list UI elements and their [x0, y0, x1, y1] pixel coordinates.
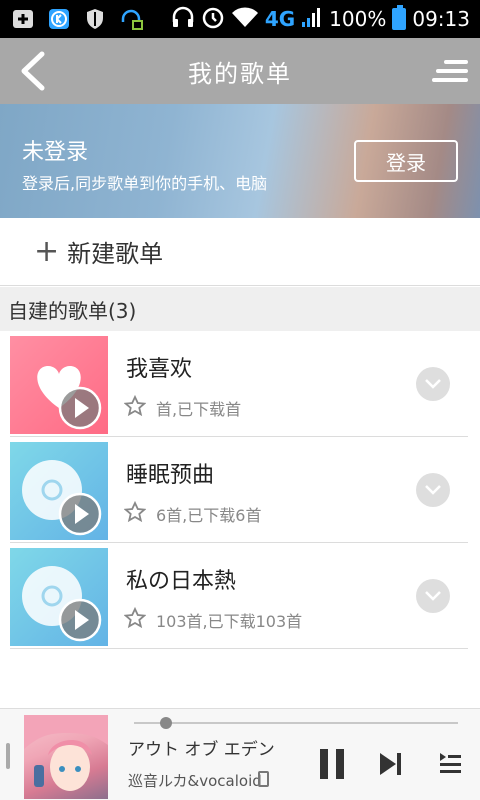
chevron-down-icon: [425, 591, 441, 601]
wifi-icon: [231, 6, 259, 33]
drag-handle[interactable]: [6, 743, 10, 769]
playlist-options-button[interactable]: [416, 473, 450, 507]
alarm-icon: [201, 5, 225, 34]
playlist-meta: 103首,已下载103首: [156, 612, 303, 631]
chevron-down-icon: [425, 485, 441, 495]
playlist-cover: [10, 336, 108, 434]
network-type: 4G: [264, 7, 296, 31]
menu-icon: [432, 60, 468, 82]
next-button[interactable]: [378, 749, 404, 779]
playlist-cover: [10, 442, 108, 540]
disc-icon: [22, 566, 102, 642]
new-playlist-button[interactable]: + 新建歌单: [0, 218, 480, 286]
playlist-meta: 6首,已下载6首: [156, 506, 262, 525]
add-notification-icon: [10, 8, 36, 30]
login-hint: 登录后,同步歌单到你的手机、电脑: [22, 174, 268, 193]
album-art-image: [24, 715, 108, 791]
disc-icon: [22, 460, 102, 536]
pause-icon: [320, 749, 344, 779]
login-banner: 未登录 登录后,同步歌单到你的手机、电脑 登录: [0, 104, 480, 218]
clock: 09:13: [412, 7, 470, 31]
plus-icon: +: [34, 233, 60, 269]
playlist-cover: [10, 548, 108, 646]
queue-icon: [440, 753, 461, 773]
progress-bar[interactable]: [134, 722, 458, 724]
battery-icon: [392, 5, 407, 30]
heart-icon: [37, 366, 102, 430]
page-title: 我的歌单: [188, 59, 292, 88]
playlist-options-button[interactable]: [416, 579, 450, 613]
back-button[interactable]: [14, 50, 54, 92]
signal-icon: [301, 6, 323, 33]
mini-player[interactable]: アウト オブ エデン 巡音ルカ&vocaloid: [0, 708, 480, 800]
star-icon[interactable]: [124, 501, 146, 523]
progress-knob[interactable]: [160, 717, 173, 729]
new-playlist-label: 新建歌单: [67, 240, 164, 268]
section-header: 自建的歌单(3): [0, 287, 480, 331]
status-bar: 4G 100% 09:13: [0, 0, 480, 38]
shield-icon: [82, 8, 108, 30]
login-button[interactable]: 登录: [354, 140, 458, 182]
pause-button[interactable]: [318, 747, 346, 781]
song-title: アウト オブ エデン: [128, 740, 275, 760]
app-k-icon: [46, 8, 72, 30]
battery-percent: 100%: [329, 7, 387, 31]
title-bar: 我的歌单: [0, 38, 480, 104]
playlist-name: 我喜欢: [126, 357, 193, 382]
playlist-meta: 首,已下载首: [156, 400, 242, 419]
chevron-down-icon: [425, 379, 441, 389]
artist-name: 巡音ルカ&vocaloid: [128, 772, 262, 790]
playlist-list: 我喜欢 首,已下载首 睡眠预曲 6首,已下载6首 私の日本熱 103首,已下载1…: [0, 331, 480, 649]
playlist-name: 私の日本熱: [126, 569, 237, 594]
menu-button[interactable]: [432, 54, 468, 88]
playlist-item[interactable]: 睡眠预曲 6首,已下载6首: [10, 437, 468, 543]
album-art[interactable]: [24, 715, 108, 799]
login-status: 未登录: [22, 140, 89, 165]
headphones-icon: [171, 6, 195, 33]
star-icon[interactable]: [124, 395, 146, 417]
skip-next-icon: [380, 753, 401, 775]
back-arrow-icon: [21, 51, 45, 91]
playlist-item[interactable]: 私の日本熱 103首,已下载103首: [10, 543, 468, 649]
phone-icon: [258, 771, 269, 787]
playlist-item[interactable]: 我喜欢 首,已下载首: [10, 331, 468, 437]
playlist-queue-button[interactable]: [438, 751, 462, 777]
playlist-name: 睡眠预曲: [126, 463, 215, 488]
star-icon[interactable]: [124, 607, 146, 629]
headset-update-icon: [118, 8, 144, 30]
playlist-options-button[interactable]: [416, 367, 450, 401]
